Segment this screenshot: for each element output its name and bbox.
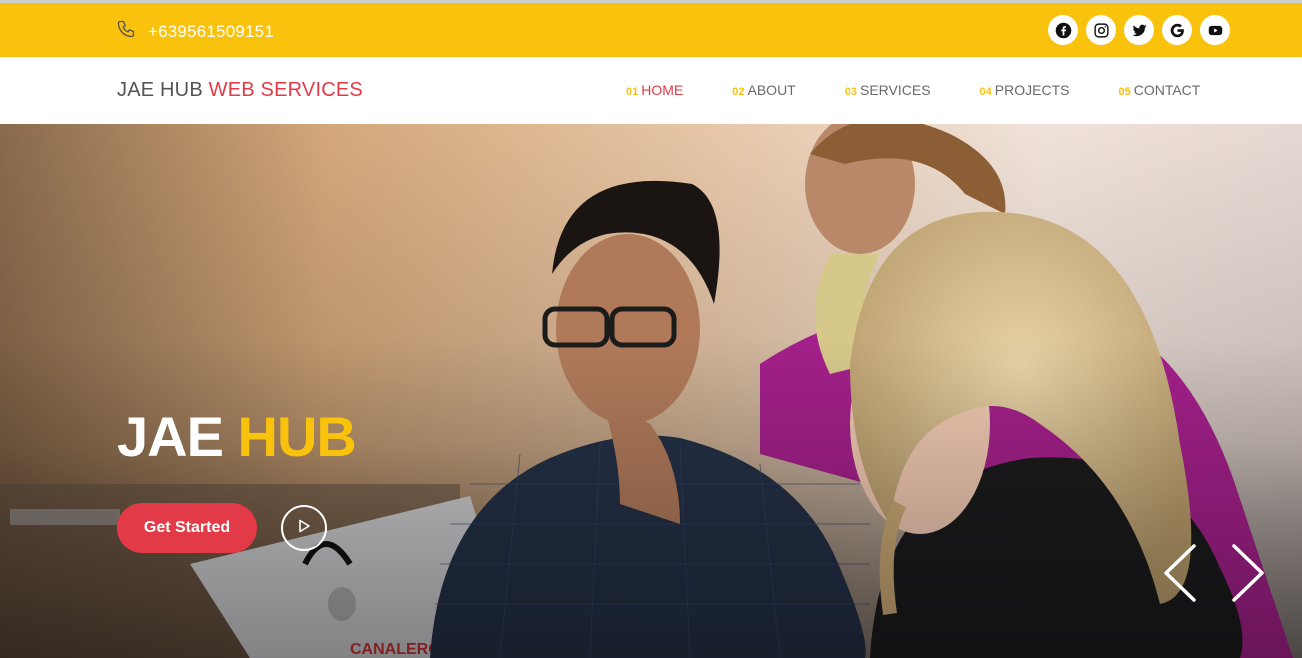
phone-number[interactable]: +639561509151 bbox=[148, 22, 274, 42]
nav-projects[interactable]: 04 PROJECTS bbox=[980, 82, 1070, 98]
nav-label: SERVICES bbox=[859, 82, 931, 98]
top-bar: +639561509151 bbox=[0, 0, 1302, 57]
brand-accent: WEB SERVICES bbox=[208, 79, 363, 101]
nav-services[interactable]: 03 SERVICES bbox=[845, 82, 931, 98]
hero-title-yellow: HUB bbox=[237, 405, 357, 468]
phone-icon bbox=[116, 19, 136, 44]
brand-name: JAE HUB bbox=[117, 79, 203, 101]
nav-about[interactable]: 02 ABOUT bbox=[732, 82, 795, 98]
nav-label: ABOUT bbox=[747, 82, 796, 98]
nav-contact[interactable]: 05 CONTACT bbox=[1118, 82, 1200, 98]
hero-overlay bbox=[0, 124, 1302, 658]
youtube-icon[interactable] bbox=[1200, 15, 1230, 45]
phone-contact[interactable]: +639561509151 bbox=[116, 19, 274, 44]
nav-number: 04 bbox=[979, 86, 992, 98]
nav-label: CONTACT bbox=[1133, 82, 1201, 98]
social-links bbox=[1048, 15, 1230, 45]
nav-home[interactable]: 01 HOME bbox=[626, 82, 683, 98]
google-icon[interactable] bbox=[1162, 15, 1192, 45]
instagram-icon[interactable] bbox=[1086, 15, 1116, 45]
nav-number: 02 bbox=[732, 86, 745, 98]
hero-title-white: JAE bbox=[117, 405, 224, 468]
chevron-left-icon bbox=[1164, 544, 1196, 602]
nav-number: 03 bbox=[844, 86, 857, 98]
hero-slider: CANALERO JAE HUB Get Started bbox=[0, 124, 1302, 658]
slider-next-button[interactable] bbox=[1228, 542, 1268, 604]
chevron-right-icon bbox=[1232, 544, 1264, 602]
nav-number: 01 bbox=[626, 86, 639, 98]
twitter-icon[interactable] bbox=[1124, 15, 1154, 45]
play-icon bbox=[296, 518, 312, 539]
nav-number: 05 bbox=[1118, 86, 1131, 98]
nav-label: PROJECTS bbox=[994, 82, 1070, 98]
nav-label: HOME bbox=[641, 82, 684, 98]
site-logo[interactable]: JAE HUB WEB SERVICES bbox=[117, 79, 363, 102]
facebook-icon[interactable] bbox=[1048, 15, 1078, 45]
slider-prev-button[interactable] bbox=[1160, 542, 1200, 604]
site-header: JAE HUB WEB SERVICES 01 HOME 02 ABOUT 03… bbox=[0, 57, 1302, 124]
hero-title: JAE HUB bbox=[117, 404, 357, 469]
play-video-button[interactable] bbox=[281, 505, 327, 551]
get-started-button[interactable]: Get Started bbox=[117, 503, 257, 553]
main-nav: 01 HOME 02 ABOUT 03 SERVICES 04 PROJECTS… bbox=[626, 82, 1200, 98]
